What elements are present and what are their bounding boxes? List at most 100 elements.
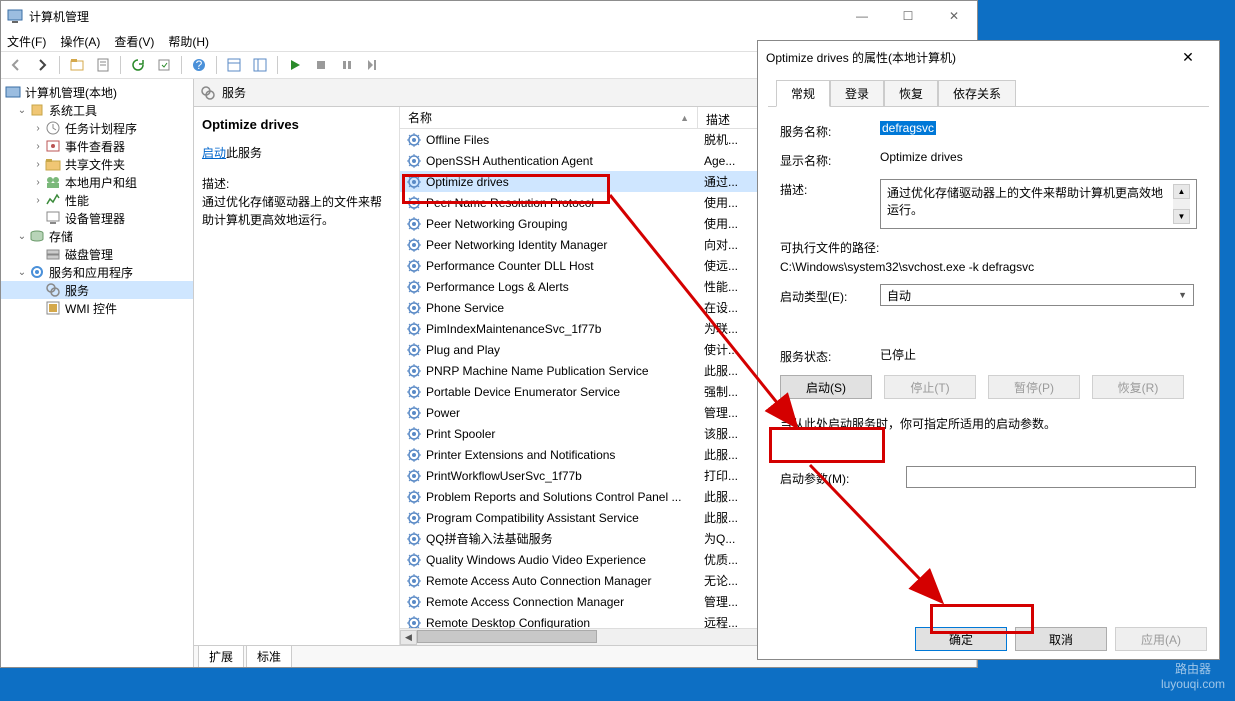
service-name: Printer Extensions and Notifications — [426, 448, 704, 462]
back-button[interactable] — [5, 54, 27, 76]
computer-management-icon — [7, 8, 23, 24]
gear-icon — [406, 510, 422, 526]
tree-root[interactable]: 计算机管理(本地) — [1, 83, 193, 101]
view-detail-button[interactable] — [249, 54, 271, 76]
tab-standard[interactable]: 标准 — [246, 645, 292, 667]
gear-icon — [200, 85, 216, 101]
window-title: 计算机管理 — [29, 8, 839, 25]
service-name: Remote Desktop Configuration — [426, 616, 704, 629]
navigation-tree[interactable]: 计算机管理(本地) ⌄系统工具 ›任务计划程序 ›事件查看器 ›共享文件夹 ›本… — [1, 79, 194, 667]
tab-recovery[interactable]: 恢复 — [884, 80, 938, 107]
gear-icon — [406, 405, 422, 421]
gear-icon — [406, 153, 422, 169]
service-name: Remote Access Connection Manager — [426, 595, 704, 609]
services-header-label: 服务 — [222, 84, 246, 101]
tree-performance[interactable]: ›性能 — [1, 191, 193, 209]
export-button[interactable] — [153, 54, 175, 76]
watermark-domain: luyouqi.com — [1161, 677, 1225, 691]
exe-path-value: C:\Windows\system32\svchost.exe -k defra… — [780, 260, 1197, 274]
service-name: PNRP Machine Name Publication Service — [426, 364, 704, 378]
gear-icon — [406, 426, 422, 442]
play-button[interactable] — [284, 54, 306, 76]
service-name: Plug and Play — [426, 343, 704, 357]
tree-system-tools[interactable]: ⌄系统工具 — [1, 101, 193, 119]
service-name: Phone Service — [426, 301, 704, 315]
service-status-value: 已停止 — [880, 346, 1197, 363]
start-button[interactable]: 启动(S) — [780, 375, 872, 399]
view-list-button[interactable] — [223, 54, 245, 76]
menu-help[interactable]: 帮助(H) — [168, 33, 209, 50]
service-name: Portable Device Enumerator Service — [426, 385, 704, 399]
service-detail-desc-label: 描述: — [202, 175, 391, 193]
tree-device-manager[interactable]: 设备管理器 — [1, 209, 193, 227]
tree-shared-folders[interactable]: ›共享文件夹 — [1, 155, 193, 173]
tree-services[interactable]: 服务 — [1, 281, 193, 299]
service-name: Quality Windows Audio Video Experience — [426, 553, 704, 567]
tab-logon[interactable]: 登录 — [830, 80, 884, 107]
tree-disk-management[interactable]: 磁盘管理 — [1, 245, 193, 263]
tab-general[interactable]: 常规 — [776, 80, 830, 107]
up-button[interactable] — [66, 54, 88, 76]
gear-icon — [406, 615, 422, 629]
service-name: Peer Networking Grouping — [426, 217, 704, 231]
tab-dependencies[interactable]: 依存关系 — [938, 80, 1016, 107]
menu-file[interactable]: 文件(F) — [7, 33, 46, 50]
annotation-box-optimize-drives — [402, 174, 610, 204]
watermark-brand: 路由器 — [1161, 662, 1225, 676]
pause-button[interactable] — [336, 54, 358, 76]
scroll-left-button[interactable]: ◀ — [400, 630, 417, 645]
dialog-title: Optimize drives 的属性(本地计算机) — [766, 49, 1165, 66]
tree-storage[interactable]: ⌄存储 — [1, 227, 193, 245]
gear-icon — [406, 279, 422, 295]
service-name-value[interactable]: defragsvc — [880, 121, 936, 135]
startup-type-value: 自动 — [887, 287, 911, 304]
stop-button[interactable] — [310, 54, 332, 76]
col-name[interactable]: 名称▲ — [400, 107, 698, 128]
service-name: PrintWorkflowUserSvc_1f77b — [426, 469, 704, 483]
tree-task-scheduler[interactable]: ›任务计划程序 — [1, 119, 193, 137]
gear-icon — [406, 342, 422, 358]
minimize-button[interactable]: — — [839, 1, 885, 31]
startup-type-combo[interactable]: 自动 ▼ — [880, 284, 1194, 306]
help-button[interactable]: ? — [188, 54, 210, 76]
tree-services-apps[interactable]: ⌄服务和应用程序 — [1, 263, 193, 281]
service-name: PimIndexMaintenanceSvc_1f77b — [426, 322, 704, 336]
gear-icon — [406, 237, 422, 253]
service-name-label: 服务名称: — [780, 121, 880, 140]
scroll-thumb[interactable] — [417, 630, 597, 643]
gear-icon — [406, 132, 422, 148]
service-name: Print Spooler — [426, 427, 704, 441]
start-params-input[interactable] — [906, 466, 1196, 488]
tree-event-viewer[interactable]: ›事件查看器 — [1, 137, 193, 155]
service-detail-title: Optimize drives — [202, 117, 391, 132]
menu-view[interactable]: 查看(V) — [114, 33, 154, 50]
dialog-tabs: 常规 登录 恢复 依存关系 — [768, 73, 1209, 107]
tree-local-users[interactable]: ›本地用户和组 — [1, 173, 193, 191]
menu-action[interactable]: 操作(A) — [60, 33, 100, 50]
gear-icon — [406, 531, 422, 547]
gear-icon — [406, 573, 422, 589]
forward-button[interactable] — [31, 54, 53, 76]
maximize-button[interactable]: ☐ — [885, 1, 931, 31]
gear-icon — [406, 594, 422, 610]
properties-button[interactable] — [92, 54, 114, 76]
refresh-button[interactable] — [127, 54, 149, 76]
restart-button[interactable] — [362, 54, 384, 76]
dialog-close-button[interactable]: ✕ — [1165, 42, 1211, 72]
service-name: Remote Access Auto Connection Manager — [426, 574, 704, 588]
display-name-label: 显示名称: — [780, 150, 880, 169]
tab-extended[interactable]: 扩展 — [198, 645, 244, 667]
gear-icon — [406, 300, 422, 316]
gear-icon — [406, 258, 422, 274]
gear-icon — [406, 384, 422, 400]
stop-button: 停止(T) — [884, 375, 976, 399]
close-button[interactable]: ✕ — [931, 1, 977, 31]
desc-scrollbar[interactable]: ▲▼ — [1173, 184, 1190, 224]
startup-type-label: 启动类型(E): — [780, 286, 880, 305]
tree-wmi-control[interactable]: WMI 控件 — [1, 299, 193, 317]
service-name: OpenSSH Authentication Agent — [426, 154, 704, 168]
description-box[interactable]: 通过优化存储驱动器上的文件来帮助计算机更高效地运行。 ▲▼ — [880, 179, 1197, 229]
gear-icon — [406, 489, 422, 505]
dialog-titlebar: Optimize drives 的属性(本地计算机) ✕ — [758, 41, 1219, 73]
start-service-link[interactable]: 启动 — [202, 146, 226, 160]
